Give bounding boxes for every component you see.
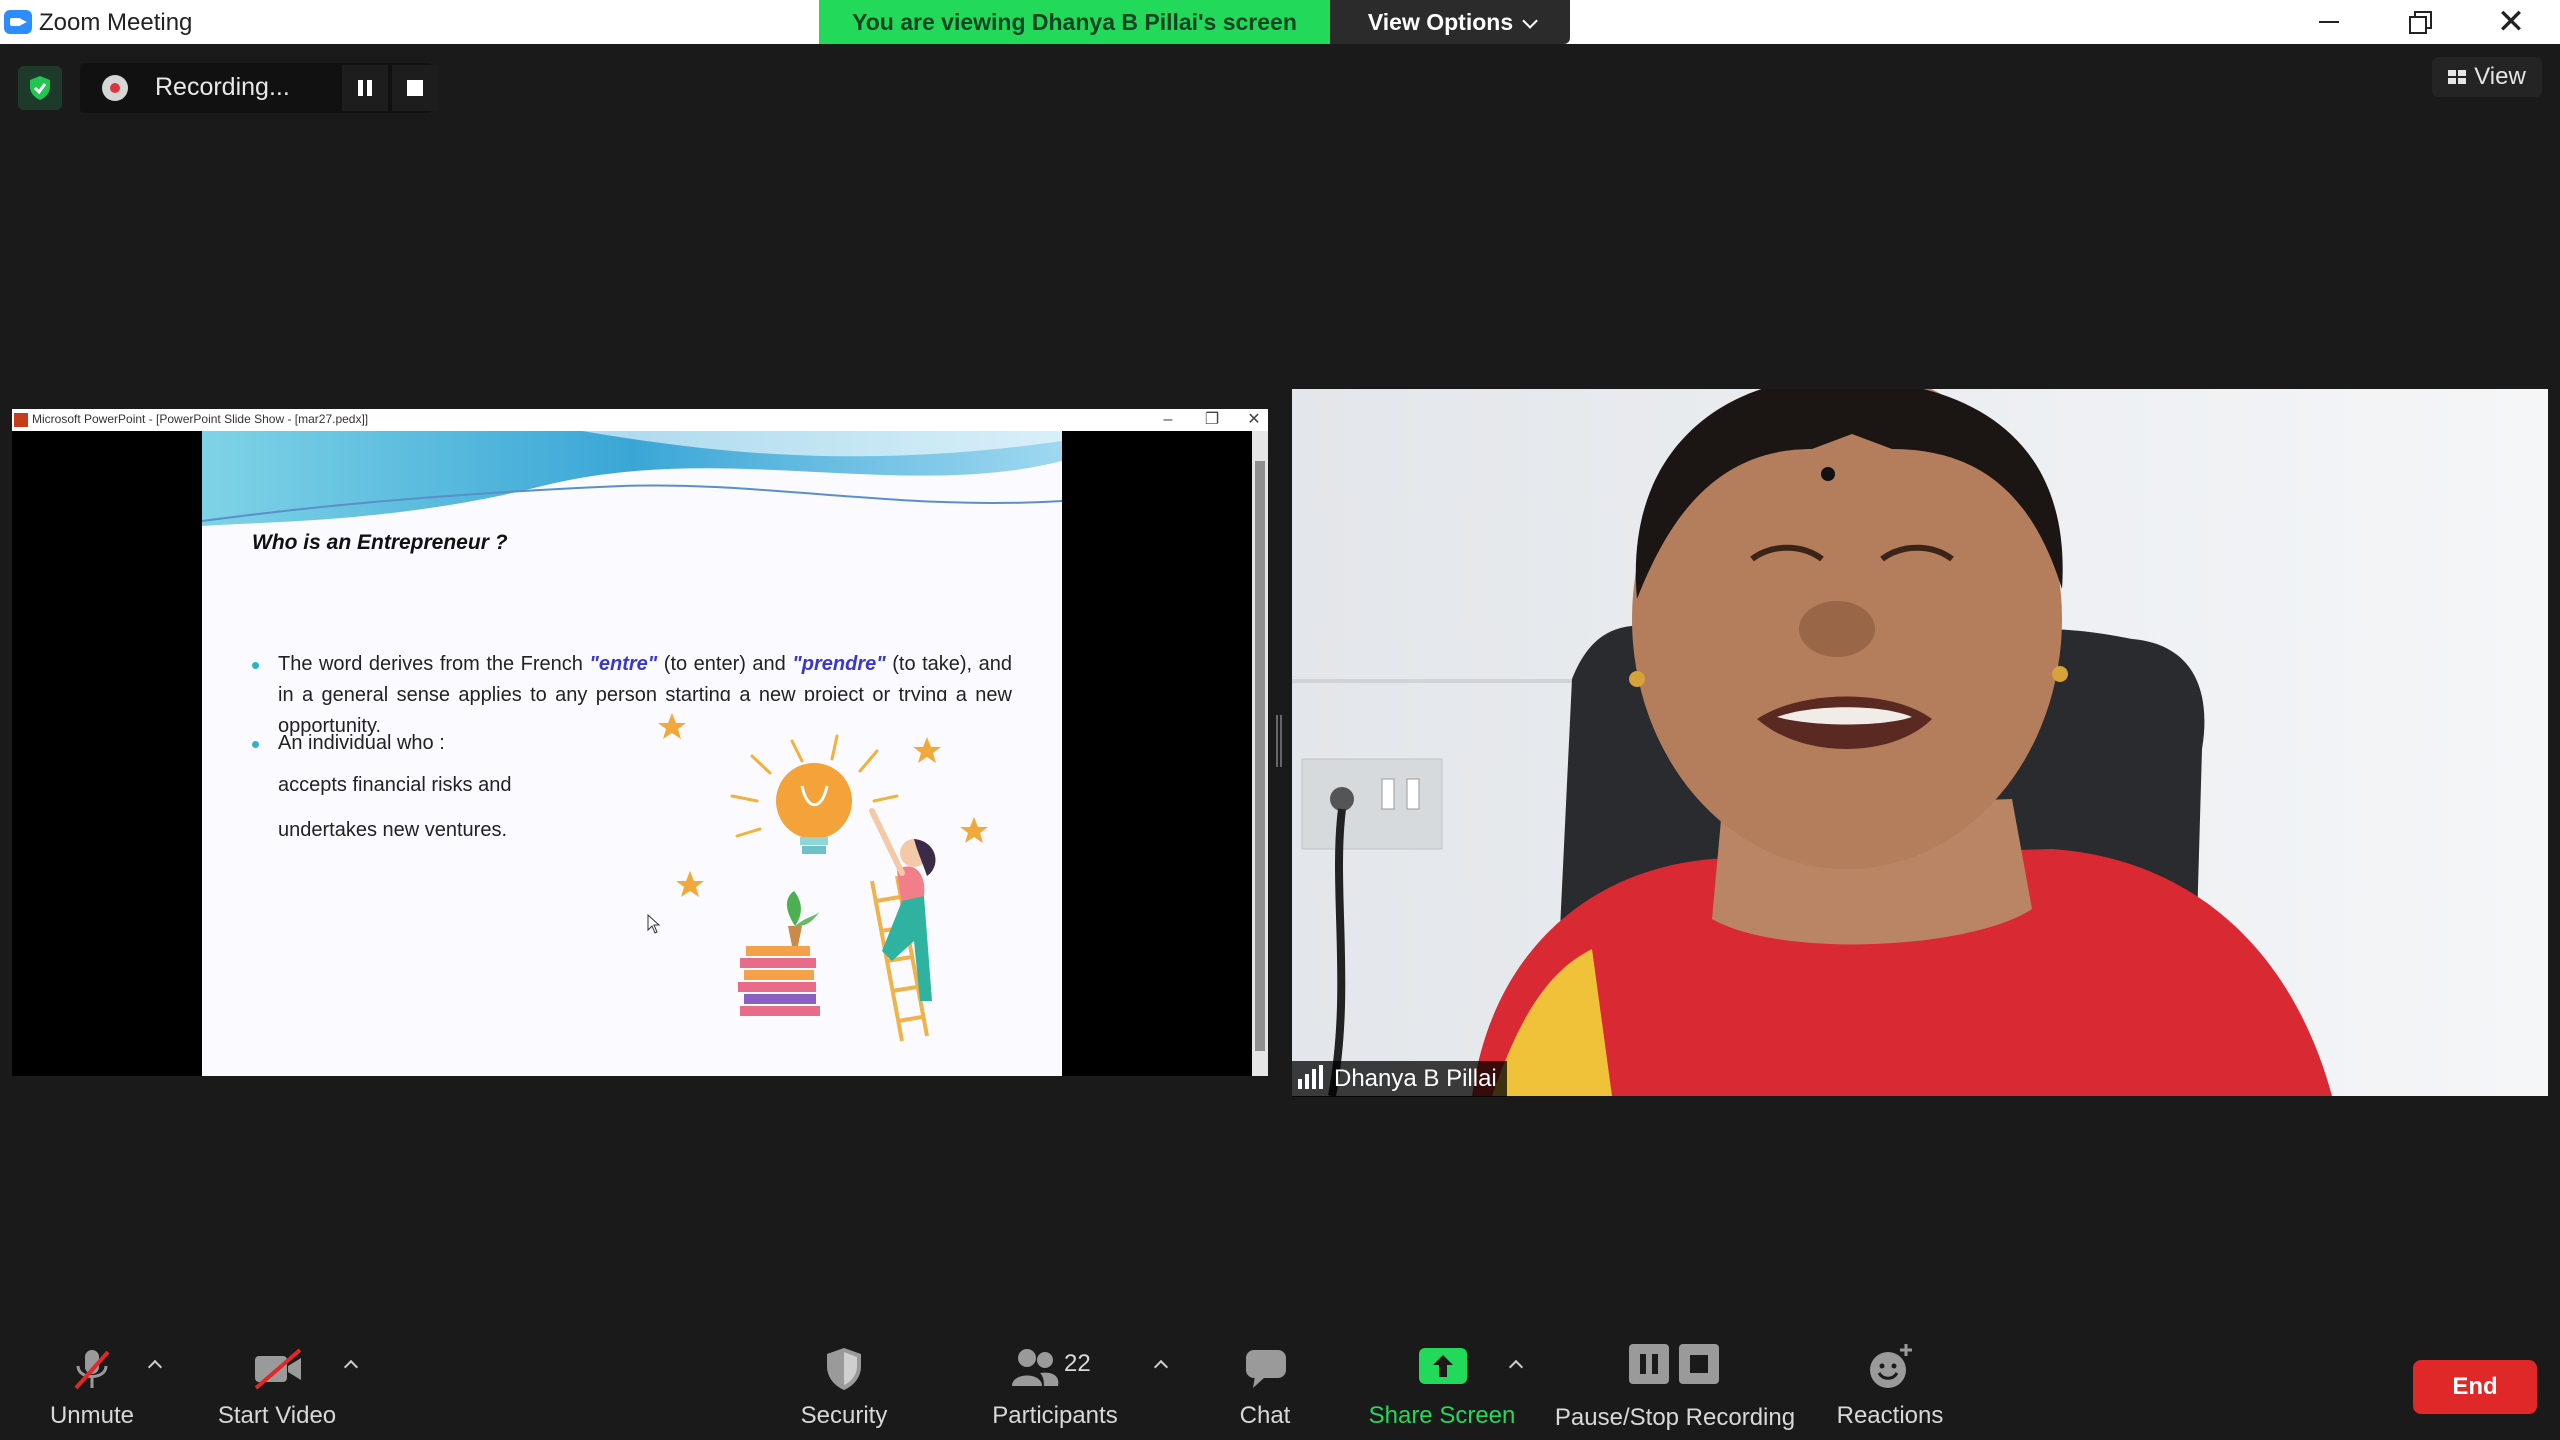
audio-options-caret[interactable] bbox=[145, 1354, 165, 1374]
share-screen-label: Share Screen bbox=[1368, 1402, 1516, 1429]
security-label: Security bbox=[800, 1402, 888, 1429]
ppt-restore-icon: ❐ bbox=[1204, 411, 1220, 428]
reactions-label: Reactions bbox=[1836, 1402, 1944, 1429]
share-screen-icon bbox=[1419, 1348, 1467, 1384]
participant-name: Dhanya B Pillai bbox=[1334, 1065, 1497, 1092]
view-layout-label: View bbox=[2474, 63, 2526, 90]
recording-bar: Recording... bbox=[80, 63, 438, 113]
participants-icon bbox=[1012, 1349, 1059, 1386]
share-options-caret[interactable] bbox=[1506, 1354, 1526, 1374]
video-off-icon bbox=[254, 1348, 302, 1390]
chat-label: Chat bbox=[1239, 1402, 1291, 1429]
participants-options-caret[interactable] bbox=[1151, 1354, 1171, 1374]
emphasis-word: "entre" bbox=[589, 653, 658, 675]
chat-button[interactable]: Chat bbox=[1210, 1320, 1320, 1440]
slide-subpoint: accepts financial risks and bbox=[278, 774, 512, 796]
bullet-text: The word derives from the French bbox=[278, 653, 590, 675]
slide-subpoint: undertakes new ventures. bbox=[278, 819, 508, 841]
recording-status: Recording... bbox=[155, 73, 290, 101]
powerpoint-icon bbox=[14, 413, 28, 427]
ppt-minimize-icon: – bbox=[1163, 411, 1173, 428]
unmute-label: Unmute bbox=[49, 1402, 135, 1429]
slide-bullet: An individual who : bbox=[252, 728, 445, 759]
bullet-dot bbox=[252, 662, 259, 669]
presentation-slide: Who is an Entrepreneur ? The word derive… bbox=[202, 431, 1062, 1076]
bullet-text: (to enter) and bbox=[657, 653, 793, 675]
start-video-label: Start Video bbox=[217, 1402, 337, 1429]
grid-icon bbox=[2448, 70, 2467, 84]
share-screen-button[interactable]: Share Screen bbox=[1360, 1320, 1524, 1440]
title-bar: Zoom Meeting You are viewing Dhanya B Pi… bbox=[0, 0, 2560, 44]
bullet-dot bbox=[252, 741, 259, 748]
powerpoint-window-title: Microsoft PowerPoint - [PowerPoint Slide… bbox=[32, 412, 369, 426]
emphasis-word: "prendre" bbox=[792, 653, 886, 675]
viewing-screen-banner: You are viewing Dhanya B Pillai's screen bbox=[819, 0, 1330, 44]
close-button[interactable]: ✕ bbox=[2465, 0, 2557, 44]
end-meeting-button[interactable]: End bbox=[2413, 1360, 2537, 1414]
window-title: Zoom Meeting bbox=[39, 9, 193, 36]
participant-video-feed bbox=[1292, 389, 2548, 1096]
security-shield-icon bbox=[827, 1348, 861, 1390]
video-options-caret[interactable] bbox=[341, 1354, 361, 1374]
stop-recording-button[interactable] bbox=[392, 65, 438, 111]
slide-header-wave bbox=[202, 431, 1062, 526]
reactions-smiley-icon bbox=[1870, 1344, 1912, 1388]
view-layout-button[interactable]: View bbox=[2432, 57, 2542, 97]
powerpoint-title-bar: Microsoft PowerPoint - [PowerPoint Slide… bbox=[12, 409, 1268, 431]
participant-name-tag: Dhanya B Pillai bbox=[1292, 1061, 1507, 1097]
lightbulb-ladder-illustration bbox=[652, 701, 1042, 1071]
participants-label: Participants bbox=[992, 1402, 1118, 1429]
slide-scrollbar[interactable] bbox=[1252, 431, 1268, 1076]
shared-screen[interactable]: Microsoft PowerPoint - [PowerPoint Slide… bbox=[12, 409, 1268, 1076]
minimize-button[interactable] bbox=[2282, 0, 2374, 44]
signal-strength-icon bbox=[1298, 1065, 1326, 1089]
zoom-app-icon bbox=[4, 10, 32, 34]
view-options-label: View Options bbox=[1367, 9, 1514, 35]
view-options-button[interactable]: View Options bbox=[1330, 0, 1570, 44]
pause-stop-recording-icon bbox=[1629, 1344, 1719, 1384]
chat-bubble-icon bbox=[1246, 1350, 1286, 1388]
bullet-text: An individual who : bbox=[278, 732, 445, 754]
pause-stop-recording-button[interactable]: Pause/Stop Recording bbox=[1545, 1320, 1805, 1440]
participant-video[interactable] bbox=[1292, 389, 2548, 1096]
participants-button[interactable]: 22 Participants bbox=[980, 1320, 1130, 1440]
unmute-button[interactable]: Unmute bbox=[20, 1320, 164, 1440]
pause-recording-button[interactable] bbox=[342, 65, 388, 111]
mouse-cursor-icon bbox=[647, 914, 661, 934]
participants-count: 22 bbox=[1064, 1350, 1091, 1377]
start-video-button[interactable]: Start Video bbox=[200, 1320, 354, 1440]
ppt-close-icon: ✕ bbox=[1247, 411, 1261, 428]
slide-title: Who is an Entrepreneur ? bbox=[252, 531, 508, 554]
panel-splitter-handle[interactable] bbox=[1276, 715, 1282, 767]
recording-dot-icon bbox=[102, 75, 128, 101]
restore-button[interactable] bbox=[2372, 0, 2464, 44]
reactions-button[interactable]: Reactions bbox=[1830, 1320, 1950, 1440]
encryption-shield-icon[interactable] bbox=[18, 66, 62, 110]
chevron-down-icon bbox=[1522, 13, 1538, 29]
scrollbar-thumb[interactable] bbox=[1255, 461, 1265, 1051]
security-button[interactable]: Security bbox=[780, 1320, 908, 1440]
pause-stop-recording-label: Pause/Stop Recording bbox=[1554, 1404, 1796, 1431]
meeting-toolbar: Unmute Start Video Security 22 Participa… bbox=[0, 1320, 2560, 1440]
muted-microphone-icon bbox=[74, 1350, 110, 1390]
